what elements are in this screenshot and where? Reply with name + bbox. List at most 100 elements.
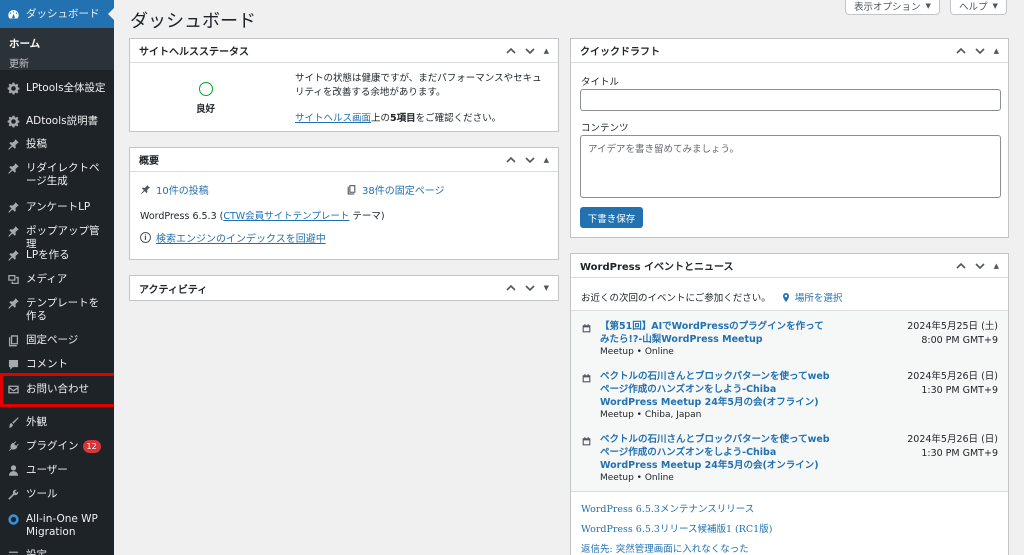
draft-content-textarea[interactable]: アイデアを書き留めてみましょう。 <box>580 135 1001 198</box>
overview-panel: 概要 ▲ 10件の投稿 38件の固定ページ WordPress 6.5.3 (C… <box>129 147 559 260</box>
move-up-icon[interactable] <box>506 283 516 293</box>
sidebar-item-make-lp[interactable]: LPを作る <box>0 249 114 262</box>
event-datetime: 2024年5月26日 (日) 1:30 PM GMT+9 <box>907 370 998 398</box>
sidebar-item-tools[interactable]: ツール <box>0 488 114 501</box>
sidebar-item-label: ポップアップ管理 <box>26 225 100 250</box>
theme-link[interactable]: CTW会員サイトテンプレート <box>223 211 349 222</box>
sidebar-item-make-template[interactable]: テンプレートを作る <box>0 297 114 323</box>
sidebar-item-appearance[interactable]: 外観 <box>0 416 114 429</box>
toggle-panel-icon[interactable]: ▲ <box>994 47 999 55</box>
sidebar-item-posts[interactable]: 投稿 <box>0 138 114 151</box>
panel-title: 概要 <box>139 156 159 167</box>
move-down-icon[interactable] <box>525 155 535 165</box>
move-up-icon[interactable] <box>956 261 966 271</box>
help-button[interactable]: ヘルプ ▼ <box>950 0 1007 15</box>
sidebar-item-plugins[interactable]: プラグイン 12 <box>0 440 114 453</box>
plugin-update-badge: 12 <box>82 440 101 453</box>
health-text-a: 上の <box>371 113 391 124</box>
caret-down-icon: ▼ <box>925 2 931 10</box>
admin-sidebar: ダッシュボード ホーム 更新 LPtools全体設定 ADtools説明書 投稿… <box>0 0 114 555</box>
sidebar-item-dashboard[interactable]: ダッシュボード <box>0 0 114 28</box>
dashboard-submenu: ホーム 更新 <box>0 28 114 70</box>
event-meta: Meetup • Chiba, Japan <box>600 410 702 420</box>
event-title-link[interactable]: 【第51回】AIでWordPressのプラグインを作ってみたら!?-山梨Word… <box>600 320 830 346</box>
pin-icon <box>141 185 150 194</box>
page-title: ダッシュボード <box>130 11 256 32</box>
sidebar-item-label: ユーザー <box>26 464 68 476</box>
version-text: WordPress 6.5.3 ( <box>140 211 224 222</box>
toggle-panel-icon[interactable]: ▲ <box>994 262 999 270</box>
event-item: ベクトルの石川さんとブロックパターンを使ってwebページ作成のハンズオンをしよう… <box>600 433 830 485</box>
posts-count-row[interactable]: 10件の投稿 <box>140 182 209 197</box>
event-datetime: 2024年5月26日 (日) 1:30 PM GMT+9 <box>907 433 998 461</box>
news-link[interactable]: WordPress 6.5.3リリース候補版1 (RC1版) <box>581 521 772 535</box>
panel-title: サイトヘルスステータス <box>139 47 249 58</box>
news-link[interactable]: WordPress 6.5.3メンテナンスリリース <box>581 501 754 515</box>
panel-header: WordPress イベントとニュース ▲ <box>571 254 1008 278</box>
dashboard-icon <box>0 8 26 21</box>
posts-count-link[interactable]: 10件の投稿 <box>156 182 209 197</box>
draft-title-input[interactable] <box>580 89 1001 111</box>
news-link[interactable]: 返信先: 突然管理画面に入れなくなった <box>581 541 749 555</box>
sidebar-item-migration[interactable]: All-in-One WP Migration <box>0 513 114 539</box>
page-icon <box>347 185 356 195</box>
sidebar-item-label: All-in-One WP Migration <box>26 513 98 538</box>
quick-draft-panel: クイックドラフト ▲ タイトル コンテンツ アイデアを書き留めてみましょう。 下… <box>570 38 1009 238</box>
health-link-line: サイトヘルス画面上の5項目をご確認ください。 <box>295 110 501 124</box>
location-pin-icon <box>782 292 789 302</box>
sidebar-item-lptools-settings[interactable]: LPtools全体設定 <box>0 82 114 95</box>
events-intro: お近くの次回のイベントにご参加ください。 場所を選択 <box>581 290 842 304</box>
event-meta: Meetup • Online <box>600 473 674 483</box>
event-time: 8:00 PM GMT+9 <box>921 335 998 346</box>
event-title-link[interactable]: ベクトルの石川さんとブロックパターンを使ってwebページ作成のハンズオンをしよう… <box>600 370 830 409</box>
toggle-panel-icon[interactable]: ▼ <box>544 284 549 292</box>
pages-count-link[interactable]: 38件の固定ページ <box>362 182 445 197</box>
pages-count-row[interactable]: 38件の固定ページ <box>346 182 445 197</box>
sidebar-item-settings[interactable]: 設定 <box>0 549 114 555</box>
sidebar-item-popup[interactable]: ポップアップ管理 <box>0 225 114 251</box>
settings-icon <box>0 549 26 555</box>
sidebar-item-users[interactable]: ユーザー <box>0 464 114 477</box>
event-date: 2024年5月26日 (日) <box>907 434 998 445</box>
events-list: 【第51回】AIでWordPressのプラグインを作ってみたら!?-山梨Word… <box>571 310 1008 492</box>
site-health-link[interactable]: サイトヘルス画面 <box>295 113 371 124</box>
sidebar-item-label: プラグイン 12 <box>26 440 114 453</box>
move-down-icon[interactable] <box>975 261 985 271</box>
sidebar-item-comments[interactable]: コメント <box>0 358 114 371</box>
page-icon <box>0 334 26 347</box>
toggle-panel-icon[interactable]: ▲ <box>544 47 549 55</box>
toggle-panel-icon[interactable]: ▲ <box>544 156 549 164</box>
save-draft-button[interactable]: 下書き保存 <box>580 207 643 228</box>
sidebar-item-survey-lp[interactable]: アンケートLP <box>0 201 114 214</box>
screen-options-label: 表示オプション <box>854 2 921 13</box>
move-up-icon[interactable] <box>956 46 966 56</box>
move-down-icon[interactable] <box>525 283 535 293</box>
screen-options-button[interactable]: 表示オプション ▼ <box>845 0 940 15</box>
move-down-icon[interactable] <box>525 46 535 56</box>
plugin-icon <box>0 440 26 453</box>
sidebar-item-adtools-manual[interactable]: ADtools説明書 <box>0 115 114 128</box>
sidebar-item-pages[interactable]: 固定ページ <box>0 334 114 347</box>
draft-title-label: タイトル <box>581 77 620 88</box>
submenu-updates[interactable]: 更新 <box>9 55 29 70</box>
event-item: ベクトルの石川さんとブロックパターンを使ってwebページ作成のハンズオンをしよう… <box>600 370 830 422</box>
site-health-panel: サイトヘルスステータス ▲ 良好 サイトの状態は健康ですが、まだパフォーマンスや… <box>129 38 559 132</box>
move-up-icon[interactable] <box>506 46 516 56</box>
move-up-icon[interactable] <box>506 155 516 165</box>
sidebar-item-redirect-page[interactable]: リダイレクトページ生成 <box>0 162 114 188</box>
move-down-icon[interactable] <box>975 46 985 56</box>
media-icon <box>0 273 26 286</box>
migration-icon <box>0 513 26 526</box>
sidebar-item-label: アンケートLP <box>26 201 91 213</box>
submenu-home[interactable]: ホーム <box>9 36 40 51</box>
select-location-button[interactable]: 場所を選択 <box>781 290 842 304</box>
sidebar-item-label: テンプレートを作る <box>26 297 100 322</box>
version-suffix: テーマ) <box>349 211 385 222</box>
pin-icon <box>0 249 26 262</box>
event-title-link[interactable]: ベクトルの石川さんとブロックパターンを使ってwebページ作成のハンズオンをしよう… <box>600 433 830 472</box>
search-engine-link[interactable]: 検索エンジンのインデックスを回避中 <box>156 230 326 245</box>
sidebar-item-label: 外観 <box>26 416 47 428</box>
pin-icon <box>0 201 26 214</box>
panel-title: アクティビティ <box>139 284 208 296</box>
sidebar-item-media[interactable]: メディア <box>0 273 114 286</box>
